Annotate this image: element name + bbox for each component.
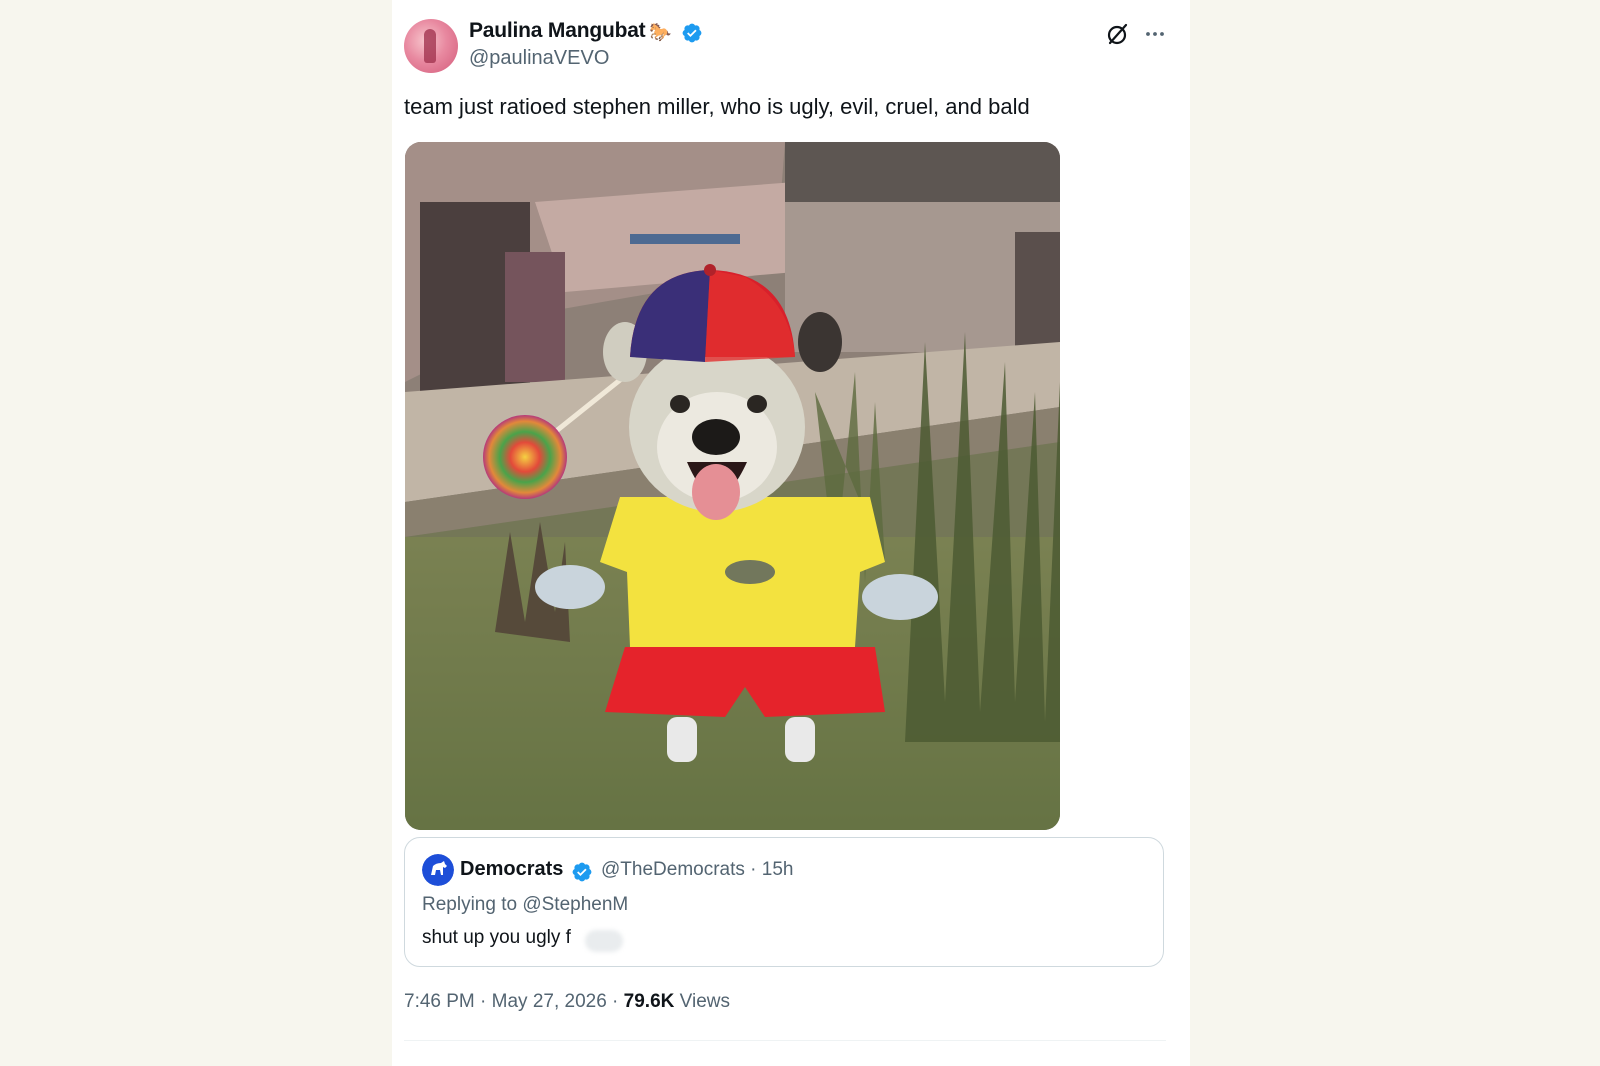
quoted-verified-badge-icon [572,862,592,882]
quoted-tweet-text: shut up you ugly f [422,927,571,948]
verified-badge-icon [682,23,702,43]
views-count: 79.6K [623,991,675,1012]
quoted-display-name[interactable]: Democrats [460,858,563,881]
quoted-handle-time[interactable]: @TheDemocrats · 15h [601,859,793,881]
quoted-replying-to[interactable]: Replying to @StephenM [422,894,628,916]
grok-icon[interactable] [1105,21,1131,47]
horse-emoji-icon: 🐎 [649,22,672,42]
author-handle[interactable]: @paulinaVEVO [469,47,609,70]
tweet-text: team just ratioed stephen miller, who is… [404,94,1030,119]
views-label: Views [674,991,730,1012]
more-options-icon[interactable] [1143,22,1167,46]
tweet-metadata: 7:46 PM · May 27, 2026 · 79.6K Views [404,991,730,1013]
censor-blur [585,930,623,952]
divider [404,1040,1166,1041]
democrats-logo-icon [422,854,454,886]
author-display-name[interactable]: Paulina Mangubat [469,19,646,43]
author-avatar[interactable] [404,19,458,73]
quoted-tweet[interactable]: Democrats @TheDemocrats · 15h Replying t… [404,837,1164,967]
dog-meme-image [405,142,1060,830]
tweet-timestamp[interactable]: 7:46 PM · May 27, 2026 · [404,991,624,1012]
tweet-media-image[interactable] [405,142,1060,830]
